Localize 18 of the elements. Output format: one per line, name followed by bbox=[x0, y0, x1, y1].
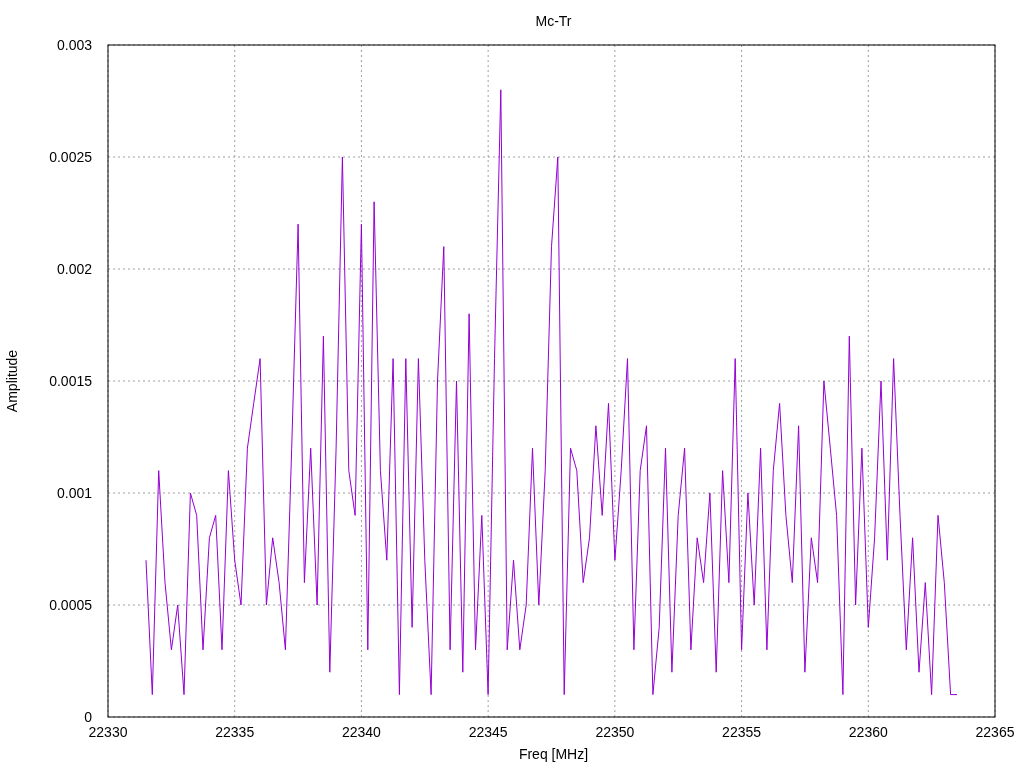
y-tick-label: 0.0015 bbox=[49, 373, 92, 389]
x-tick-label: 22340 bbox=[341, 724, 381, 740]
y-tick-label: 0.002 bbox=[56, 261, 92, 277]
x-tick-label: 22355 bbox=[722, 724, 762, 740]
x-tick-label: 22330 bbox=[88, 724, 128, 740]
x-tick-label: 22365 bbox=[975, 724, 1015, 740]
chart-title: Mc-Tr bbox=[535, 13, 572, 29]
x-axis-label: Freq [MHz] bbox=[518, 746, 589, 762]
y-tick-label: 0.001 bbox=[56, 485, 92, 501]
y-tick-label: 0.0025 bbox=[49, 149, 92, 165]
x-tick-label: 22335 bbox=[215, 724, 255, 740]
y-tick-label: 0.0005 bbox=[49, 597, 92, 613]
x-tick-label: 22345 bbox=[468, 724, 508, 740]
y-axis-label: Amplitude bbox=[4, 349, 20, 413]
x-tick-label: 22360 bbox=[848, 724, 888, 740]
x-tick-label: 22350 bbox=[595, 724, 635, 740]
y-tick-label: 0.003 bbox=[56, 37, 92, 53]
y-tick-label: 0 bbox=[84, 709, 92, 725]
